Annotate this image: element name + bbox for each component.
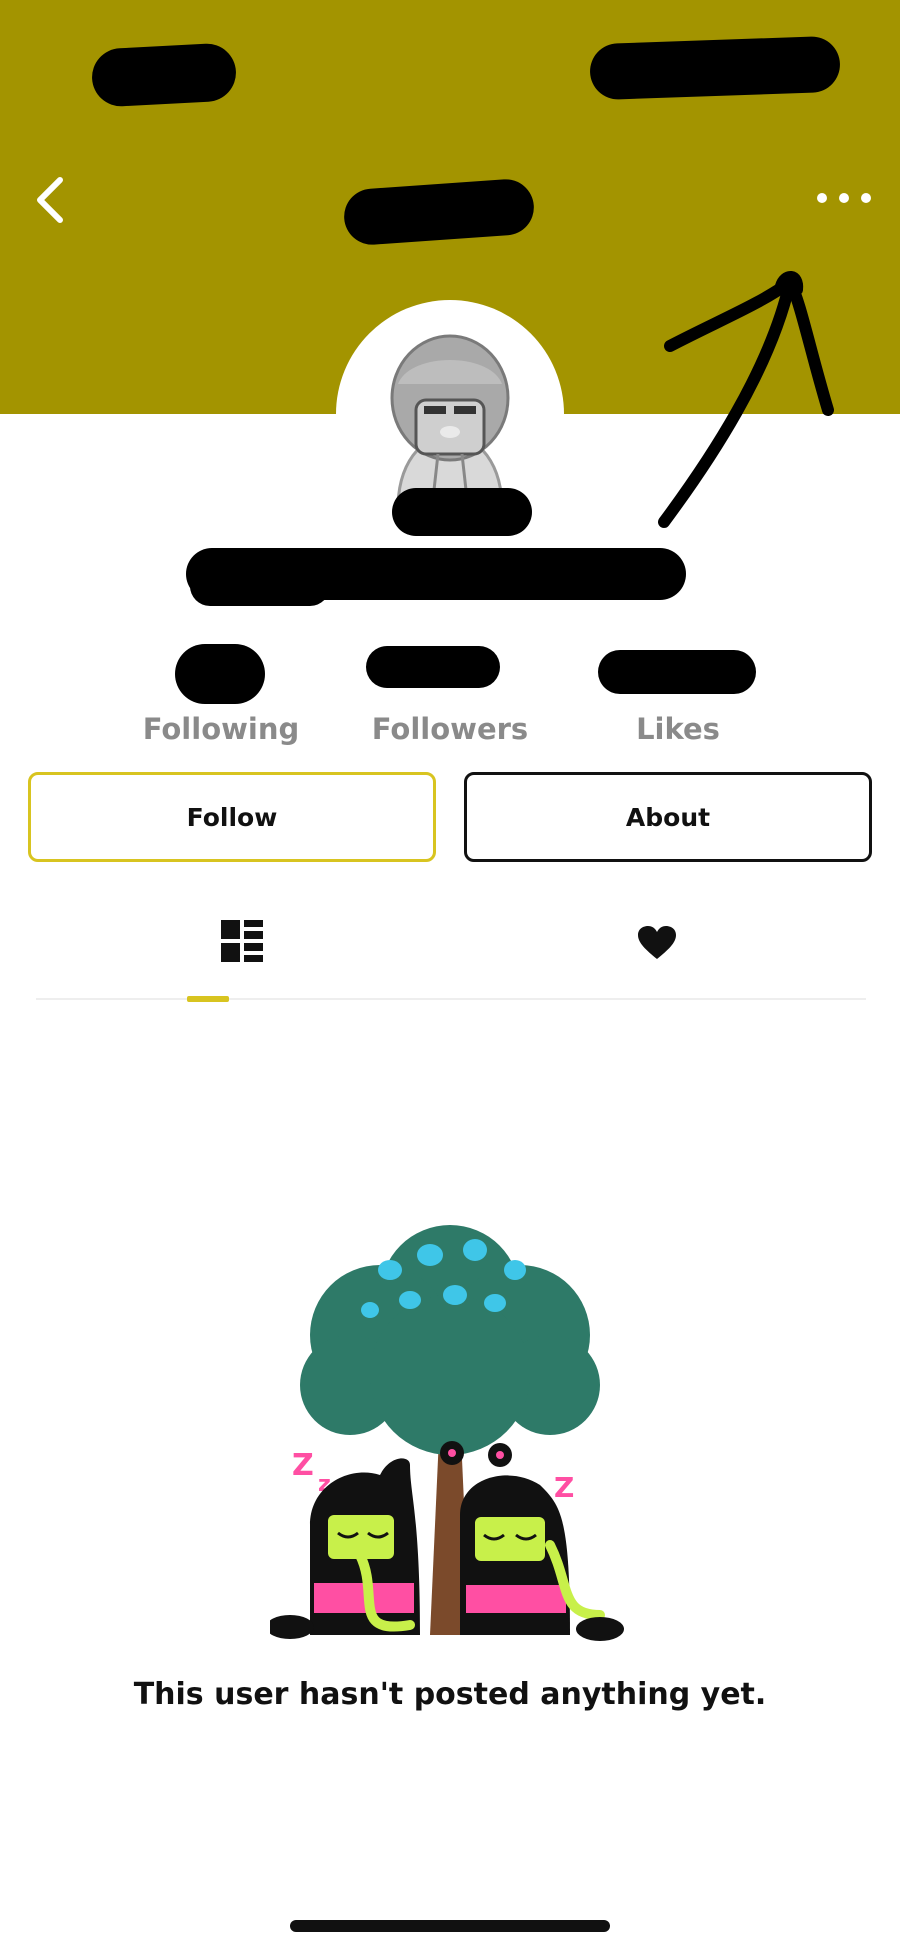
chevron-left-icon: [37, 177, 63, 223]
follow-button-label: Follow: [186, 802, 278, 832]
stat-label: Likes: [636, 712, 720, 746]
stat-label: Following: [142, 712, 300, 746]
count-redaction: [598, 650, 756, 694]
avatar-frame: [336, 300, 564, 536]
username-redaction: [190, 566, 330, 606]
grid-icon: [221, 920, 263, 962]
count-redaction: [175, 644, 265, 704]
avatar[interactable]: [350, 314, 550, 514]
back-button[interactable]: [28, 172, 78, 228]
redaction-scribble: [90, 42, 238, 108]
stat-likes[interactable]: Likes: [578, 636, 778, 746]
empty-state-message: This user hasn't posted anything yet.: [133, 1677, 767, 1712]
count-redaction: [366, 646, 500, 688]
more-options-button[interactable]: [812, 178, 876, 218]
home-indicator[interactable]: [290, 1920, 610, 1932]
tab-posts[interactable]: [183, 900, 303, 1000]
redaction-scribble: [342, 177, 536, 247]
follow-button[interactable]: Follow: [28, 772, 436, 862]
active-tab-indicator: [187, 996, 229, 1002]
redaction-scribble: [392, 488, 532, 536]
redaction-scribble: [589, 35, 841, 101]
empty-state-illustration: Z z Z: [270, 1225, 624, 1641]
heart-icon: [638, 926, 676, 959]
svg-text:Z: Z: [292, 1448, 314, 1483]
svg-text:Z: Z: [554, 1471, 574, 1504]
stat-followers[interactable]: Followers: [350, 636, 550, 746]
about-button-label: About: [625, 802, 711, 832]
profile-stats: Following Followers Likes: [0, 636, 900, 746]
tab-likes[interactable]: [596, 900, 716, 1000]
stat-following[interactable]: Following: [121, 636, 321, 746]
content-tabs: [36, 900, 866, 1000]
about-button[interactable]: About: [464, 772, 872, 862]
stat-label: Followers: [371, 712, 529, 746]
more-horizontal-icon: [817, 193, 871, 203]
annotation-arrow: [658, 271, 834, 528]
